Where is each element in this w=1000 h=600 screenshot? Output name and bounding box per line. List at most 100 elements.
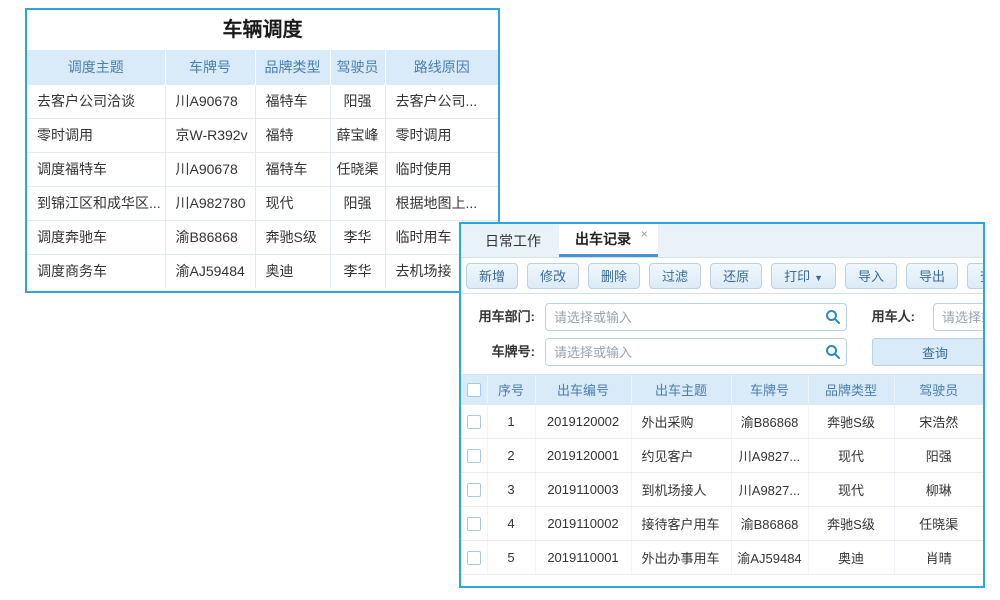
col-dispatch-subject: 调度主题 — [27, 50, 165, 84]
plate-number-link[interactable]: 川A90678 — [165, 84, 255, 118]
brand-type-text: 福特 — [255, 118, 330, 152]
edit-button[interactable]: 修改 — [527, 263, 579, 289]
row-checkbox-cell — [461, 473, 487, 507]
dispatch-subject-link[interactable]: 调度奔驰车 — [27, 220, 165, 254]
records-table: 序号 出车编号 出车主题 车牌号 品牌类型 驾驶员 12019120002外出采… — [461, 374, 983, 575]
import-button[interactable]: 导入 — [845, 263, 897, 289]
plate-number-link[interactable]: 渝AJ59484 — [165, 254, 255, 288]
plate-number-link[interactable]: 渝B86868 — [731, 507, 808, 541]
trip-subject-link[interactable]: 到机场接人 — [631, 473, 731, 507]
route-reason-text: 去客户公司... — [385, 84, 498, 118]
plate-number-link[interactable]: 川A982780 — [165, 186, 255, 220]
dispatch-subject-link[interactable]: 调度商务车 — [27, 254, 165, 288]
dispatch-table: 调度主题 车牌号 品牌类型 驾驶员 路线原因 去客户公司洽谈川A90678福特车… — [27, 50, 498, 288]
brand-type-text: 奥迪 — [808, 541, 894, 575]
col-index: 序号 — [487, 375, 535, 405]
trip-code-link[interactable]: 2019110003 — [535, 473, 631, 507]
driver-link[interactable]: 任晓渠 — [894, 507, 983, 541]
brand-type-text: 现代 — [808, 473, 894, 507]
tab-daily-work[interactable]: 日常工作 — [467, 224, 559, 257]
tab-close-icon[interactable]: × — [641, 227, 648, 241]
dispatch-subject-link[interactable]: 零时调用 — [27, 118, 165, 152]
trip-subject-link[interactable]: 接待客户用车 — [631, 507, 731, 541]
row-checkbox-cell — [461, 405, 487, 439]
delete-button[interactable]: 删除 — [588, 263, 640, 289]
user-label: 用车人: — [859, 303, 915, 331]
search-area: 用车部门: 用车人: 车牌号: 查询 — [461, 294, 983, 374]
export-button[interactable]: 导出 — [906, 263, 958, 289]
add-button[interactable]: 新增 — [466, 263, 518, 289]
dept-input[interactable] — [545, 303, 847, 331]
tab-trip-records-label: 出车记录 — [575, 231, 631, 247]
plate-input[interactable] — [545, 338, 847, 366]
query-button[interactable]: 查询 — [872, 338, 985, 366]
col-plate-number: 车牌号 — [165, 50, 255, 84]
plate-number-link[interactable]: 京W-R392v — [165, 118, 255, 152]
driver-link[interactable]: 阳强 — [894, 439, 983, 473]
print-button[interactable]: 打印 ▼ — [771, 263, 836, 289]
driver-link[interactable]: 李华 — [330, 220, 385, 254]
table-row: 22019120001约见客户川A9827...现代阳强 — [461, 439, 983, 473]
search-icon[interactable] — [825, 309, 841, 325]
trip-code-link[interactable]: 2019110001 — [535, 541, 631, 575]
search-icon[interactable] — [825, 344, 841, 360]
col-brand-type: 品牌类型 — [255, 50, 330, 84]
row-checkbox[interactable] — [467, 483, 481, 497]
plate-number-link[interactable]: 川A90678 — [165, 152, 255, 186]
plate-number-link[interactable]: 渝B86868 — [165, 220, 255, 254]
tab-trip-records[interactable]: 出车记录 × — [559, 224, 658, 257]
table-row: 到锦江区和成华区...川A982780现代阳强根据地图上... — [27, 186, 498, 220]
view-log-button[interactable]: 查看日志 — [967, 263, 985, 289]
driver-link[interactable]: 柳琳 — [894, 473, 983, 507]
plate-number-link[interactable]: 川A9827... — [731, 473, 808, 507]
trip-code-link[interactable]: 2019120002 — [535, 405, 631, 439]
driver-link[interactable]: 阳强 — [330, 84, 385, 118]
brand-type-text: 奔驰S级 — [808, 405, 894, 439]
plate-number-link[interactable]: 川A9827... — [731, 439, 808, 473]
row-checkbox[interactable] — [467, 449, 481, 463]
table-row: 去客户公司洽谈川A90678福特车阳强去客户公司... — [27, 84, 498, 118]
trip-code-link[interactable]: 2019120001 — [535, 439, 631, 473]
brand-type-text: 奔驰S级 — [808, 507, 894, 541]
dispatch-panel: 车辆调度 调度主题 车牌号 品牌类型 驾驶员 路线原因 去客户公司洽谈川A906… — [25, 8, 500, 293]
dept-label: 用车部门: — [469, 303, 535, 331]
print-button-label: 打印 — [784, 269, 810, 284]
col-plate-number: 车牌号 — [731, 375, 808, 405]
driver-link[interactable]: 薛宝峰 — [330, 118, 385, 152]
row-index: 2 — [487, 439, 535, 473]
select-all-checkbox[interactable] — [467, 383, 481, 397]
plate-label: 车牌号: — [469, 338, 535, 366]
dispatch-subject-link[interactable]: 到锦江区和成华区... — [27, 186, 165, 220]
plate-number-link[interactable]: 渝AJ59484 — [731, 541, 808, 575]
row-index: 3 — [487, 473, 535, 507]
filter-button[interactable]: 过滤 — [649, 263, 701, 289]
dispatch-panel-title: 车辆调度 — [27, 10, 498, 50]
dispatch-subject-link[interactable]: 调度福特车 — [27, 152, 165, 186]
row-checkbox[interactable] — [467, 415, 481, 429]
driver-link[interactable]: 肖晴 — [894, 541, 983, 575]
driver-link[interactable]: 任晓渠 — [330, 152, 385, 186]
dispatch-subject-link[interactable]: 去客户公司洽谈 — [27, 84, 165, 118]
trip-subject-link[interactable]: 外出办事用车 — [631, 541, 731, 575]
row-index: 4 — [487, 507, 535, 541]
row-checkbox-cell — [461, 439, 487, 473]
trip-subject-link[interactable]: 约见客户 — [631, 439, 731, 473]
dropdown-caret-icon: ▼ — [814, 273, 823, 283]
user-input[interactable] — [933, 303, 985, 331]
row-checkbox[interactable] — [467, 517, 481, 531]
row-checkbox-cell — [461, 507, 487, 541]
row-checkbox[interactable] — [467, 551, 481, 565]
brand-type-text: 奥迪 — [255, 254, 330, 288]
row-checkbox-cell — [461, 541, 487, 575]
table-row: 32019110003到机场接人川A9827...现代柳琳 — [461, 473, 983, 507]
driver-link[interactable]: 阳强 — [330, 186, 385, 220]
brand-type-text: 奔驰S级 — [255, 220, 330, 254]
plate-number-link[interactable]: 渝B86868 — [731, 405, 808, 439]
driver-link[interactable]: 宋浩然 — [894, 405, 983, 439]
restore-button[interactable]: 还原 — [710, 263, 762, 289]
driver-link[interactable]: 李华 — [330, 254, 385, 288]
col-route-reason: 路线原因 — [385, 50, 498, 84]
col-driver: 驾驶员 — [330, 50, 385, 84]
trip-subject-link[interactable]: 外出采购 — [631, 405, 731, 439]
trip-code-link[interactable]: 2019110002 — [535, 507, 631, 541]
